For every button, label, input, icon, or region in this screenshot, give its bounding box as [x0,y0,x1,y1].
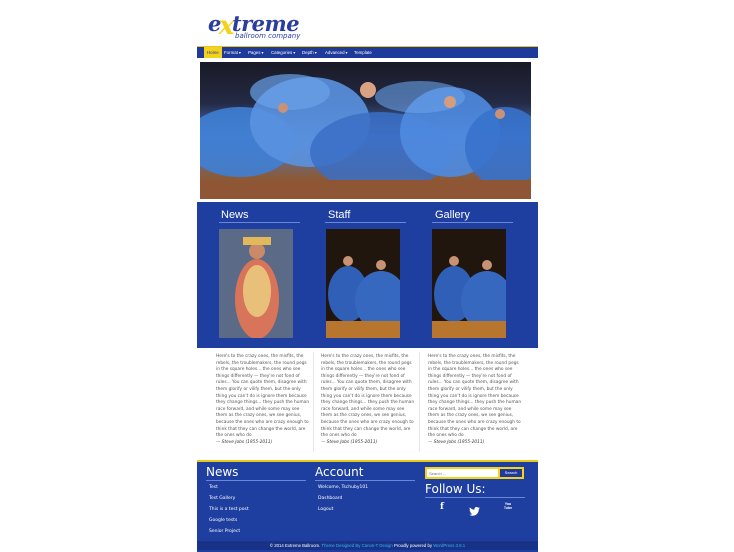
staff-photo [326,229,400,338]
facebook-icon[interactable]: f [440,502,444,512]
copyright-text: © 2014 Extreme Ballroom. [269,543,321,548]
quote-signature: — Steve Jobs (1955-2011) [321,439,378,445]
column-divider [419,352,420,452]
twitter-icon[interactable] [469,503,480,521]
dancers-photo [200,74,531,199]
footer-underline [425,497,525,498]
search-input[interactable] [427,469,498,477]
footer-news-heading: News [206,465,239,479]
column-divider [313,352,314,452]
footer-underline [315,480,415,481]
nav-item-depth[interactable]: Depth▾ [302,47,317,58]
chevron-down-icon: ▾ [314,50,317,55]
wordpress-link[interactable]: WordPress 3.8.1 [433,543,465,548]
nav-item-home[interactable]: Home [204,47,222,58]
staff-excerpt: Here's to the crazy ones, the misfits, t… [321,354,415,445]
chevron-down-icon: ▾ [345,50,348,55]
account-welcome-link[interactable]: Welcome, Tschuby101 [318,485,368,490]
chevron-down-icon: ▾ [293,50,296,55]
news-thumbnail[interactable] [219,229,293,338]
nav-item-template[interactable]: Template [354,47,372,58]
copyright-bar: © 2014 Extreme Ballroom. Theme Designed … [197,541,538,550]
quote-signature: — Steve Jobs (1955-2011) [428,439,485,445]
site-logo[interactable]: extreme ballroom company [208,8,308,42]
news-excerpt: Here's to the crazy ones, the misfits, t… [216,354,310,445]
footer-news-link[interactable]: Test Gallery [209,496,235,501]
logo-tagline: ballroom company [235,32,301,40]
nav-item-pages[interactable]: Pages▾ [248,47,263,58]
quote-signature: — Steve Jobs (1955-2011) [216,439,273,445]
chevron-down-icon: ▾ [261,50,264,55]
twitter-bird-icon [469,507,480,516]
chevron-down-icon: ▾ [238,50,241,55]
footer-account-heading: Account [315,465,364,479]
hero-image [200,62,531,199]
column-title-gallery[interactable]: Gallery [435,209,470,221]
column-title-staff[interactable]: Staff [328,209,350,221]
gallery-thumbnail[interactable] [432,229,506,338]
column-title-news[interactable]: News [221,209,249,221]
nav-item-advanced[interactable]: Advanced▾ [325,47,348,58]
youtube-icon[interactable]: You Tube [502,502,514,510]
title-underline [219,222,300,223]
staff-thumbnail[interactable] [326,229,400,338]
gallery-excerpt: Here's to the crazy ones, the misfits, t… [428,354,522,445]
account-dashboard-link[interactable]: Dashboard [318,496,342,501]
main-nav: Home Format▾ Pages▾ Categories▾ Depth▾ A… [197,46,538,58]
nav-item-categories[interactable]: Categories▾ [271,47,295,58]
theme-credit-link[interactable]: Theme Designed By Canon-T Design [321,543,392,548]
title-underline [432,222,513,223]
title-underline [325,222,406,223]
account-logout-link[interactable]: Logout [318,507,333,512]
search-button[interactable]: Search [500,469,522,477]
news-photo [219,229,293,338]
footer-news-link[interactable]: Senior Project [209,529,240,534]
footer-news-link[interactable]: Google tests [209,518,237,523]
follow-us-heading: Follow Us: [425,482,486,496]
powered-by-text: Proudly powered by [394,543,432,548]
nav-item-format[interactable]: Format▾ [224,47,241,58]
footer-news-link[interactable]: Test [209,485,218,490]
footer-underline [206,480,306,481]
search-form: Search [425,467,524,479]
footer-news-link[interactable]: This is a test post [209,507,249,512]
gallery-photo [432,229,506,338]
